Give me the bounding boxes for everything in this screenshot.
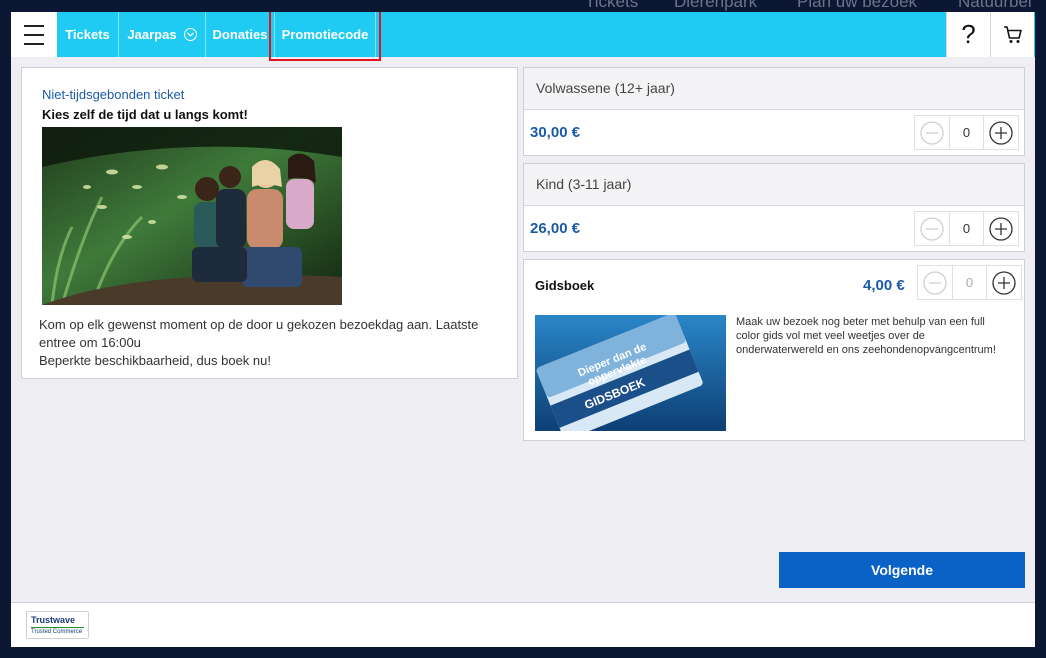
nav-jaarpas[interactable]: Jaarpas bbox=[119, 12, 206, 57]
nav-donaties[interactable]: Donaties bbox=[206, 12, 275, 57]
plus-circle-icon bbox=[992, 270, 1016, 295]
price-row-adult: Volwassene (12+ jaar) 30,00 € 0 bbox=[523, 67, 1025, 156]
minus-circle-icon bbox=[923, 270, 947, 295]
bg-nav-tickets: Tickets bbox=[585, 0, 639, 11]
ticket-modal: Tickets Jaarpas Donaties Promotiecode ? … bbox=[11, 12, 1035, 647]
quantity-field-child[interactable]: 0 bbox=[949, 212, 984, 245]
plus-circle-icon bbox=[989, 120, 1013, 145]
ticket-description: Kom op elk gewenst moment op de door u g… bbox=[39, 316, 509, 370]
minus-circle-icon bbox=[920, 216, 944, 241]
price-label-child: Kind (3-11 jaar) bbox=[524, 164, 1024, 206]
quantity-stepper-child: 0 bbox=[914, 211, 1019, 246]
bg-nav-plan: Plan uw bezoek bbox=[797, 0, 918, 11]
increment-button-adult[interactable] bbox=[984, 116, 1018, 149]
price-row-child: Kind (3-11 jaar) 26,00 € 0 bbox=[523, 163, 1025, 252]
help-icon: ? bbox=[961, 19, 976, 49]
plus-circle-icon bbox=[989, 216, 1013, 241]
ticket-title: Niet-tijdsgebonden ticket bbox=[42, 87, 185, 102]
decrement-button-adult[interactable] bbox=[915, 116, 949, 149]
bg-nav-dierenpark: Dierenpark bbox=[674, 0, 758, 11]
top-nav-bar: Tickets Jaarpas Donaties Promotiecode ? bbox=[11, 12, 1035, 57]
help-button[interactable]: ? bbox=[946, 12, 990, 57]
ticket-subtitle: Kies zelf de tijd dat u langs komt! bbox=[42, 107, 248, 122]
quantity-stepper-adult: 0 bbox=[914, 115, 1019, 150]
guide-price: 4,00 € bbox=[863, 277, 905, 294]
guide-description: Maak uw bezoek nog beter met behulp van … bbox=[736, 316, 996, 356]
cart-button[interactable] bbox=[990, 12, 1034, 57]
next-button[interactable]: Volgende bbox=[779, 552, 1025, 588]
nav-donaties-label: Donaties bbox=[212, 27, 268, 42]
price-label-adult: Volwassene (12+ jaar) bbox=[524, 68, 1024, 110]
minus-circle-icon bbox=[920, 120, 944, 145]
ticket-desc-line2: Beperkte beschikbaarheid, dus boek nu! bbox=[39, 353, 271, 368]
nav-tickets-label: Tickets bbox=[65, 27, 110, 42]
increment-button-child[interactable] bbox=[984, 212, 1018, 245]
promotiecode-highlight bbox=[269, 12, 381, 61]
nav-jaarpas-label: Jaarpas bbox=[127, 27, 177, 42]
guide-book-image: Dieper dan de oppervlakte GIDSBOEK bbox=[535, 315, 726, 431]
background-site-nav: Tickets Dierenpark Plan uw bezoek Natuur… bbox=[0, 0, 1046, 12]
trustwave-tagline: Trusted Commerce bbox=[31, 627, 84, 635]
guide-book-card: Gidsboek 4,00 € 0 Dieper dan de oppervla… bbox=[523, 259, 1025, 441]
chevron-down-circle-icon bbox=[183, 28, 197, 41]
guide-title: Gidsboek bbox=[535, 278, 595, 293]
cart-icon bbox=[1003, 25, 1022, 43]
trustwave-name: Trustwave bbox=[31, 615, 76, 625]
footer: Trustwave Trusted Commerce bbox=[11, 602, 1035, 647]
ticket-info-card: Niet-tijdsgebonden ticket Kies zelf de t… bbox=[21, 67, 518, 379]
quantity-stepper-guide: 0 bbox=[917, 265, 1022, 300]
decrement-button-guide[interactable] bbox=[918, 266, 952, 299]
decrement-button-child[interactable] bbox=[915, 212, 949, 245]
ticket-desc-line1: Kom op elk gewenst moment op de door u g… bbox=[39, 317, 479, 350]
trustwave-badge[interactable]: Trustwave Trusted Commerce bbox=[26, 611, 89, 639]
bg-nav-natuur: Natuurbel bbox=[958, 0, 1032, 11]
nav-tickets[interactable]: Tickets bbox=[57, 12, 119, 57]
price-value-adult: 30,00 € bbox=[530, 124, 581, 141]
aquarium-photo bbox=[42, 127, 342, 305]
hamburger-icon[interactable] bbox=[11, 12, 57, 57]
price-value-child: 26,00 € bbox=[530, 220, 581, 237]
quantity-field-guide[interactable]: 0 bbox=[952, 266, 987, 299]
increment-button-guide[interactable] bbox=[987, 266, 1021, 299]
quantity-field-adult[interactable]: 0 bbox=[949, 116, 984, 149]
